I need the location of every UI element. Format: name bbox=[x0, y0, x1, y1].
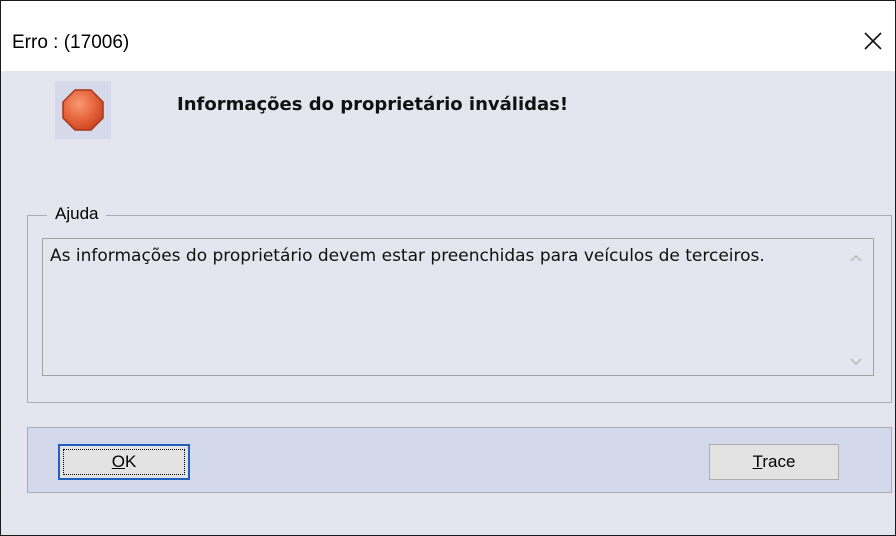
trace-label-rest: race bbox=[762, 452, 796, 471]
trace-button[interactable]: Trace bbox=[709, 444, 839, 480]
scroll-up-button[interactable] bbox=[848, 251, 864, 265]
trace-mnemonic: T bbox=[752, 452, 763, 471]
chevron-down-icon bbox=[850, 358, 862, 365]
focus-indicator bbox=[63, 449, 185, 475]
title-bar[interactable]: Erro : (17006) bbox=[1, 1, 895, 71]
ok-button[interactable]: OK bbox=[58, 444, 190, 480]
button-bar: OK Trace bbox=[27, 427, 892, 493]
error-dialog: Erro : (17006) Informações do proprietár… bbox=[0, 0, 896, 536]
trace-label: Trace bbox=[753, 452, 796, 472]
help-text: As informações do proprietário devem est… bbox=[50, 246, 765, 266]
stop-octagon-icon bbox=[62, 89, 104, 131]
error-message: Informações do proprietário inválidas! bbox=[177, 94, 569, 115]
close-button[interactable] bbox=[853, 21, 893, 61]
vertical-scrollbar[interactable] bbox=[839, 239, 873, 375]
dialog-body: Informações do proprietário inválidas! A… bbox=[10, 71, 895, 535]
chevron-up-icon bbox=[850, 255, 862, 262]
help-group-legend: Ajuda bbox=[47, 201, 107, 227]
scroll-down-button[interactable] bbox=[848, 355, 864, 369]
window-title: Erro : (17006) bbox=[12, 32, 130, 53]
stop-icon-frame bbox=[55, 81, 111, 139]
close-icon bbox=[864, 32, 882, 50]
help-text-area[interactable]: As informações do proprietário devem est… bbox=[42, 238, 874, 376]
